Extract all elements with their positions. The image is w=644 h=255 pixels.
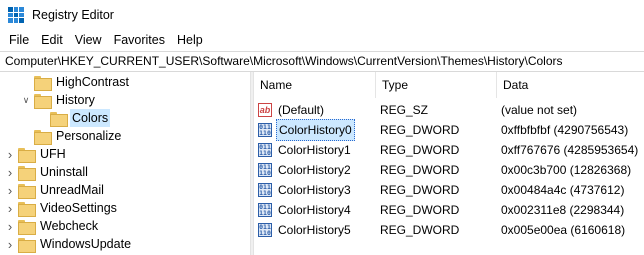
value-data: 0xffbfbfbf (4290756543)	[501, 123, 629, 137]
value-type: REG_DWORD	[380, 163, 460, 177]
string-value-icon: ab	[258, 103, 272, 117]
tree-item[interactable]: ∨ History	[21, 91, 97, 109]
tree-item[interactable]: › Webcheck	[5, 217, 100, 235]
value-row[interactable]: 011 110 ColorHistory4 REG_DWORD 0x002311e8 (…	[254, 200, 644, 220]
dword-value-icon: 011 110	[258, 183, 272, 197]
tree-item-label: Uninstall	[40, 165, 88, 179]
tree-item[interactable]: › WindowsUpdate	[5, 235, 133, 253]
chevron-right-icon[interactable]: ›	[5, 147, 15, 162]
dword-value-icon: 011 110	[258, 163, 272, 177]
address-bar[interactable]: Computer\HKEY_CURRENT_USER\Software\Micr…	[0, 51, 644, 72]
value-row[interactable]: 011 110 ColorHistory1 REG_DWORD 0xff767676 (…	[254, 140, 644, 160]
tree-item[interactable]: Personalize	[34, 127, 123, 145]
menu-bar: File Edit View Favorites Help	[0, 30, 644, 51]
value-name: ColorHistory2	[278, 163, 351, 177]
value-name-cell: 011 110 ColorHistory0	[258, 119, 355, 141]
value-name: ColorHistory4	[278, 203, 351, 217]
chevron-right-icon[interactable]: ›	[5, 219, 15, 234]
value-data: 0x00484a4c (4737612)	[501, 183, 625, 197]
dword-value-icon: 011 110	[258, 223, 272, 237]
title-bar: Registry Editor	[0, 0, 644, 30]
value-name: ColorHistory0	[276, 119, 355, 141]
value-name: (Default)	[278, 103, 325, 117]
value-row[interactable]: ab (Default) REG_SZ (value not set)	[254, 100, 644, 120]
value-name: ColorHistory1	[278, 143, 351, 157]
value-data: 0x002311e8 (2298344)	[501, 203, 625, 217]
key-tree: HighContrast ∨ History Colors Personalize › UF…	[0, 72, 250, 255]
chevron-right-icon[interactable]: ›	[5, 201, 15, 216]
menu-favorites[interactable]: Favorites	[108, 30, 171, 51]
value-name-cell: ab (Default)	[258, 100, 326, 120]
chevron-right-icon[interactable]: ›	[5, 165, 15, 180]
menu-view[interactable]: View	[69, 30, 108, 51]
chevron-right-icon[interactable]: ›	[5, 183, 15, 198]
value-type: REG_SZ	[380, 103, 429, 117]
value-row[interactable]: 011 110 ColorHistory3 REG_DWORD 0x00484a4c (…	[254, 180, 644, 200]
value-data: 0x005e00ea (6160618)	[501, 223, 626, 237]
folder-icon	[18, 147, 36, 163]
folder-icon	[34, 129, 52, 145]
values-list: Name Type Data ab (Default) REG_SZ (value n…	[254, 72, 644, 255]
tree-item-label: UnreadMail	[40, 183, 104, 197]
tree-item-label: HighContrast	[56, 75, 129, 89]
menu-help[interactable]: Help	[171, 30, 209, 51]
value-data: 0x00c3b700 (12826368)	[501, 163, 632, 177]
chevron-right-icon[interactable]: ›	[5, 237, 15, 252]
column-header-name[interactable]: Name	[254, 72, 376, 98]
tree-item[interactable]: › UFH	[5, 145, 68, 163]
dword-value-icon: 011 110	[258, 143, 272, 157]
value-data: 0xff767676 (4285953654)	[501, 143, 639, 157]
value-name-cell: 011 110 ColorHistory4	[258, 200, 353, 220]
tree-item-label: Webcheck	[40, 219, 99, 233]
tree-item-label: UFH	[40, 147, 66, 161]
folder-icon	[34, 75, 52, 91]
value-type: REG_DWORD	[380, 123, 460, 137]
window-title: Registry Editor	[32, 8, 114, 22]
folder-icon	[34, 93, 52, 109]
folder-icon	[18, 183, 36, 199]
value-row[interactable]: 011 110 ColorHistory0 REG_DWORD 0xffbfbfbf (…	[254, 119, 644, 141]
value-name-cell: 011 110 ColorHistory5	[258, 220, 353, 240]
menu-edit[interactable]: Edit	[35, 30, 69, 51]
tree-item-label: VideoSettings	[40, 201, 117, 215]
chevron-down-icon[interactable]: ∨	[21, 95, 31, 105]
value-type: REG_DWORD	[380, 223, 460, 237]
value-type: REG_DWORD	[380, 143, 460, 157]
dword-value-icon: 011 110	[258, 123, 272, 137]
tree-item[interactable]: Colors	[50, 109, 111, 127]
tree-item-label: Colors	[70, 109, 111, 127]
folder-icon	[18, 165, 36, 181]
tree-item[interactable]: › Uninstall	[5, 163, 90, 181]
value-type: REG_DWORD	[380, 183, 460, 197]
folder-icon	[18, 201, 36, 217]
value-name-cell: 011 110 ColorHistory2	[258, 160, 353, 180]
value-name-cell: 011 110 ColorHistory1	[258, 140, 353, 160]
tree-item[interactable]: › VideoSettings	[5, 199, 119, 217]
value-name: ColorHistory5	[278, 223, 351, 237]
value-type: REG_DWORD	[380, 203, 460, 217]
menu-file[interactable]: File	[3, 30, 35, 51]
dword-value-icon: 011 110	[258, 203, 272, 217]
value-row[interactable]: 011 110 ColorHistory2 REG_DWORD 0x00c3b700 (…	[254, 160, 644, 180]
folder-icon	[50, 111, 68, 127]
value-row[interactable]: 011 110 ColorHistory5 REG_DWORD 0x005e00ea (…	[254, 220, 644, 240]
tree-item[interactable]: › UnreadMail	[5, 181, 106, 199]
tree-item[interactable]: HighContrast	[34, 73, 131, 91]
folder-icon	[18, 219, 36, 235]
column-header-data[interactable]: Data	[497, 72, 644, 98]
registry-editor-icon	[8, 7, 24, 23]
folder-icon	[18, 237, 36, 253]
tree-item-label: History	[56, 93, 95, 107]
tree-item-label: Personalize	[56, 129, 122, 143]
value-name: ColorHistory3	[278, 183, 351, 197]
value-data: (value not set)	[501, 103, 578, 117]
tree-item-label: WindowsUpdate	[40, 237, 132, 251]
column-header-type[interactable]: Type	[376, 72, 497, 98]
value-name-cell: 011 110 ColorHistory3	[258, 180, 353, 200]
